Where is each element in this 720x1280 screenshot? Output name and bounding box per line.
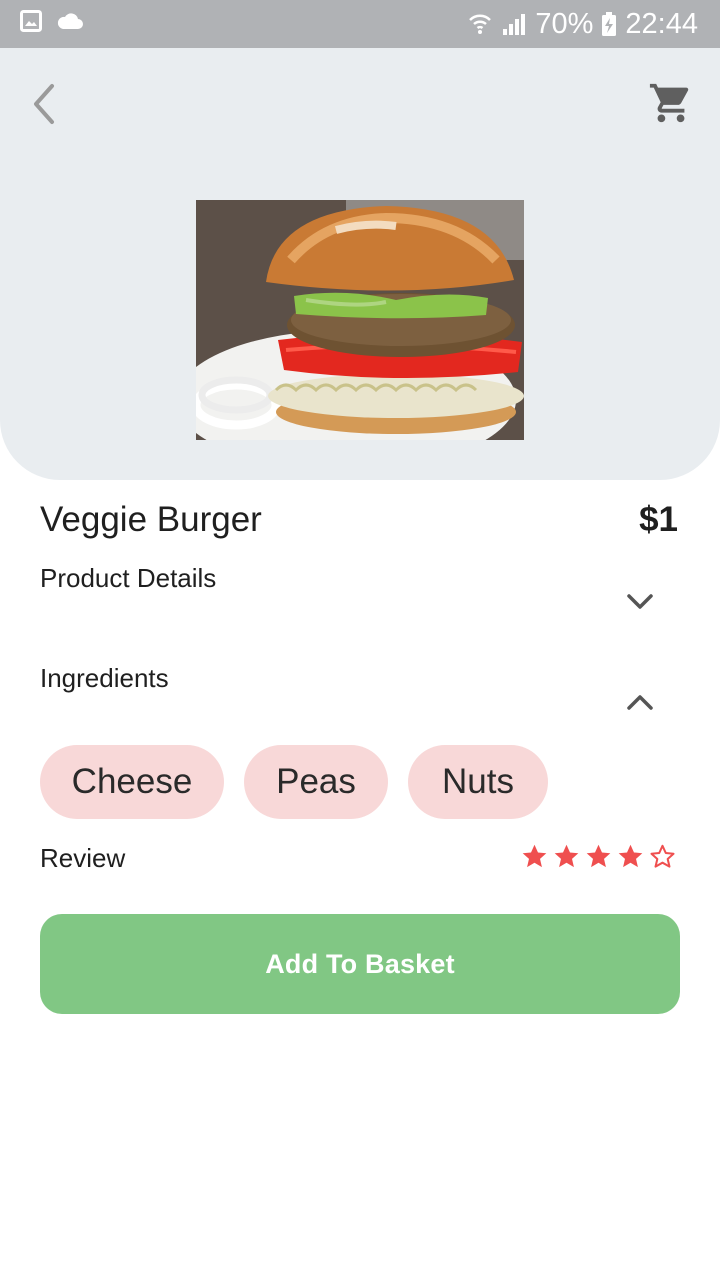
- veggie-burger-illustration: [196, 200, 524, 440]
- product-details-label: Product Details: [40, 563, 217, 593]
- add-to-basket-button[interactable]: Add To Basket: [40, 914, 680, 1014]
- status-bar: 70% 22:44: [0, 0, 720, 48]
- ingredient-chip-peas[interactable]: Peas: [244, 745, 388, 819]
- cloud-icon: [57, 13, 83, 29]
- wifi-icon: [469, 14, 492, 34]
- chevron-up-icon: [627, 695, 653, 710]
- product-details-toggle[interactable]: [624, 592, 656, 612]
- product-name: Veggie Burger: [40, 500, 262, 539]
- product-hero: [0, 48, 720, 480]
- star-filled-icon: [586, 844, 611, 868]
- battery-percent: 70%: [535, 8, 594, 40]
- star-outline-icon: [650, 844, 675, 868]
- notification-icons: [20, 10, 84, 32]
- clock-time: 22:44: [625, 8, 698, 40]
- ingredient-chip-nuts[interactable]: Nuts: [408, 745, 548, 819]
- star-filled-icon: [618, 844, 643, 868]
- ingredients-label: Ingredients: [40, 663, 169, 693]
- star-filled-icon: [522, 844, 547, 868]
- signal-icon: [503, 14, 526, 35]
- shopping-cart-icon: [649, 83, 689, 123]
- back-button[interactable]: [26, 82, 66, 126]
- system-status: 70% 22:44: [467, 6, 698, 42]
- star-filled-icon: [554, 844, 579, 868]
- cart-button[interactable]: [648, 80, 694, 126]
- gallery-icon: [20, 10, 42, 32]
- rating-stars: [521, 843, 676, 870]
- battery-charging-icon: [602, 12, 617, 36]
- ingredient-chip-cheese[interactable]: Cheese: [40, 745, 224, 819]
- chevron-left-icon: [34, 84, 54, 124]
- product-price: $1: [639, 500, 678, 539]
- ingredients-toggle[interactable]: [624, 692, 656, 712]
- product-image: [196, 200, 524, 440]
- chevron-down-icon: [627, 594, 653, 609]
- review-label: Review: [40, 843, 126, 873]
